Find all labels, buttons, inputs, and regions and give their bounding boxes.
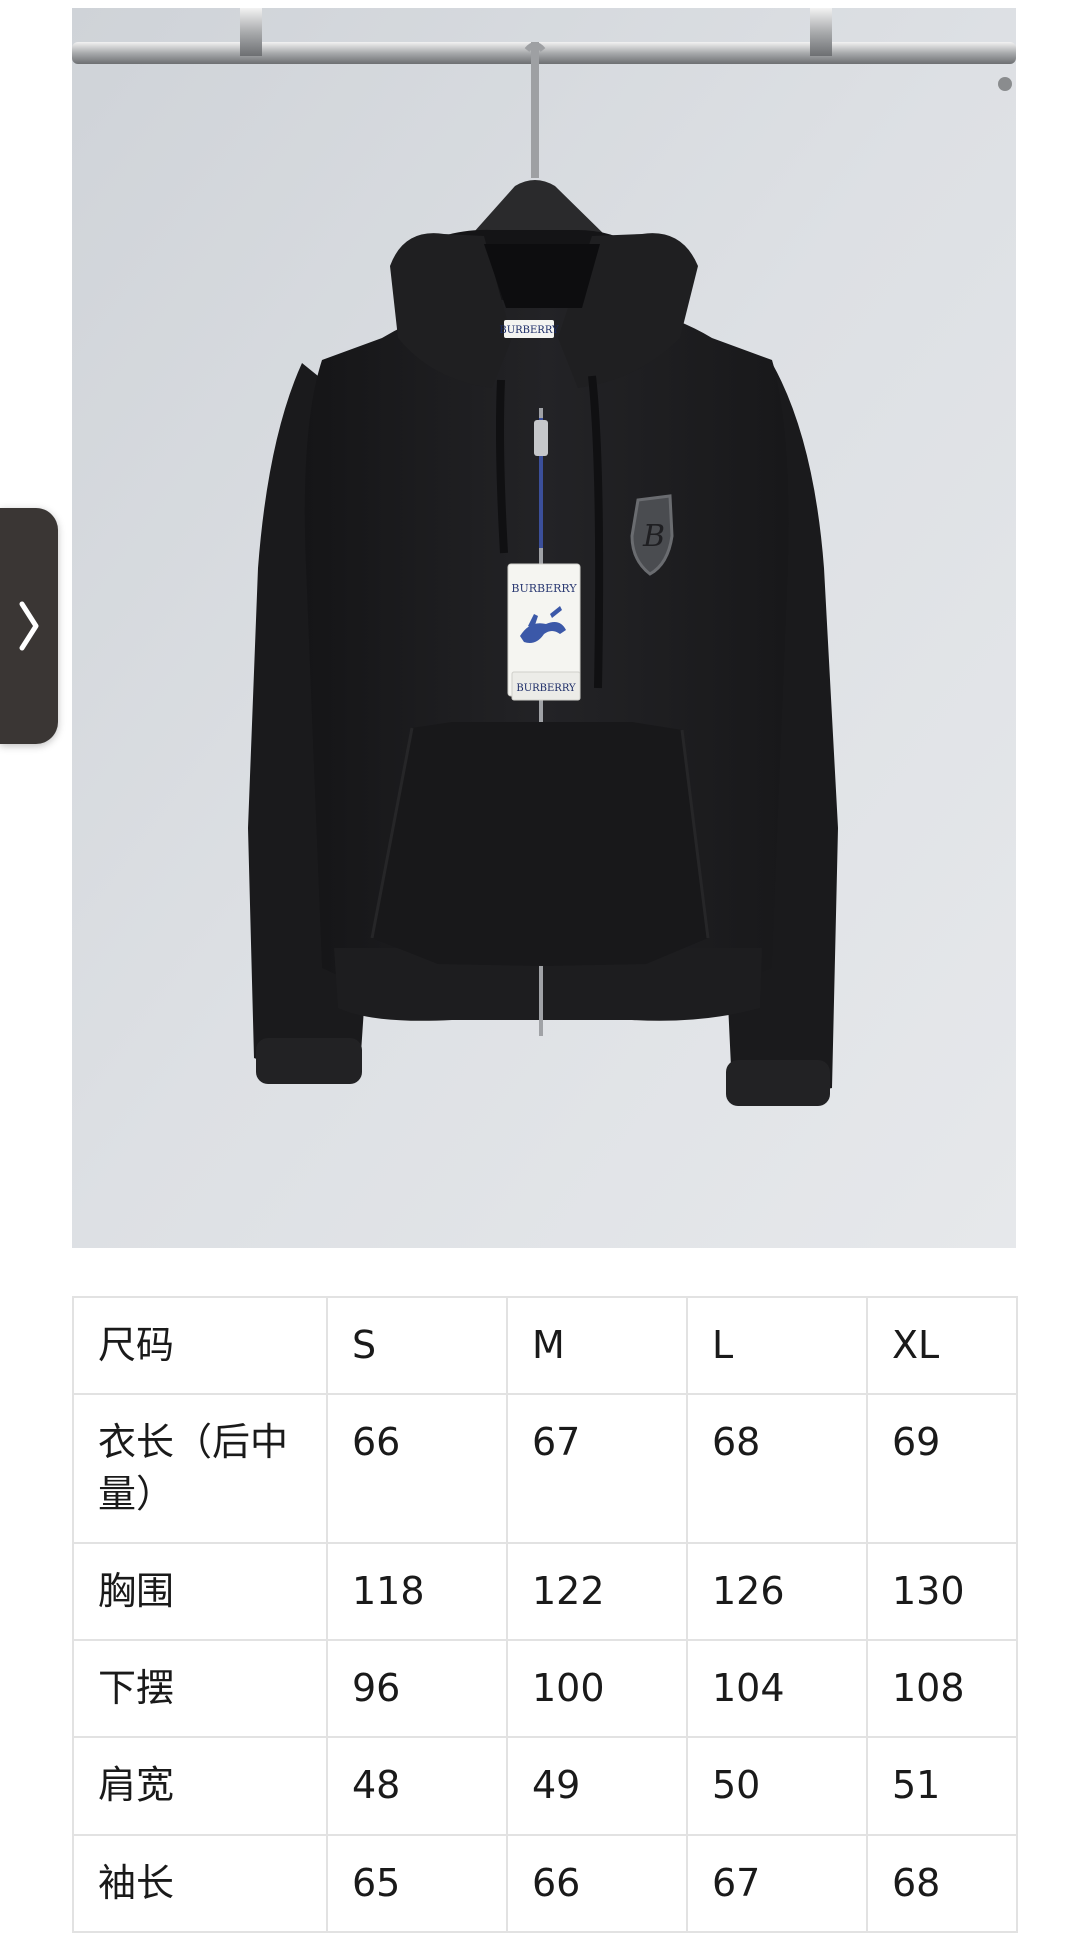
size-value-cell: 68 [686, 1393, 868, 1544]
clothing-rail [72, 42, 1016, 64]
size-value-cell: 122 [506, 1541, 688, 1642]
size-header-row: 尺码 S M L XL [72, 1295, 1018, 1396]
left-drawstring [496, 379, 508, 554]
swing-tag-brand-bottom: BURBERRY [516, 683, 576, 694]
chevron-right-icon [19, 601, 39, 651]
size-value-cell: 69 [866, 1393, 1018, 1544]
zipper-pull [534, 420, 548, 456]
product-photo: BURBERRY B BURBERRY BURBERRY [72, 8, 1016, 1248]
size-row-chest: 胸围 118 122 126 130 [72, 1541, 1018, 1642]
size-row-hem: 下摆 96 100 104 108 [72, 1639, 1018, 1739]
size-value-cell: 67 [686, 1833, 868, 1933]
row-label: 下摆 [72, 1639, 328, 1739]
swing-tag-brand-top: BURBERRY [511, 582, 577, 595]
chest-badge-letter: B [642, 519, 665, 554]
hoodie-illustration: BURBERRY B BURBERRY BURBERRY [72, 8, 1016, 1248]
size-chart-table: 尺码 S M L XL 衣长（后中量） 66 67 68 69 胸围 118 1… [72, 1295, 1018, 1933]
size-value-cell: 65 [326, 1833, 508, 1933]
swing-tag: BURBERRY BURBERRY [507, 563, 581, 701]
size-header-cell: M [506, 1295, 688, 1396]
kangaroo-pocket [372, 722, 708, 966]
size-header-label: 尺码 [72, 1295, 328, 1396]
carousel-nav-handle[interactable] [0, 508, 58, 744]
size-value-cell: 118 [326, 1541, 508, 1642]
size-header-cell: XL [866, 1295, 1018, 1396]
size-value-cell: 68 [866, 1833, 1018, 1933]
row-label: 衣长（后中量） [72, 1393, 328, 1544]
size-value-cell: 126 [686, 1541, 868, 1642]
size-value-cell: 49 [506, 1736, 688, 1836]
size-row-length: 衣长（后中量） 66 67 68 69 [72, 1393, 1018, 1544]
left-cuff [256, 1038, 362, 1084]
row-label: 胸围 [72, 1541, 328, 1642]
size-value-cell: 96 [326, 1639, 508, 1739]
size-value-cell: 67 [506, 1393, 688, 1544]
neck-label-text: BURBERRY [499, 325, 559, 336]
row-label: 袖长 [72, 1833, 328, 1933]
size-value-cell: 48 [326, 1736, 508, 1836]
right-cuff [726, 1060, 830, 1106]
size-header-cell: S [326, 1295, 508, 1396]
size-value-cell: 104 [686, 1639, 868, 1739]
size-value-cell: 51 [866, 1736, 1018, 1836]
size-row-shoulder: 肩宽 48 49 50 51 [72, 1736, 1018, 1836]
size-value-cell: 130 [866, 1541, 1018, 1642]
size-value-cell: 100 [506, 1639, 688, 1739]
row-label: 肩宽 [72, 1736, 328, 1836]
size-value-cell: 66 [326, 1393, 508, 1544]
size-header-cell: L [686, 1295, 868, 1396]
size-value-cell: 50 [686, 1736, 868, 1836]
size-row-sleeve: 袖长 65 66 67 68 [72, 1833, 1018, 1933]
size-value-cell: 108 [866, 1639, 1018, 1739]
size-value-cell: 66 [506, 1833, 688, 1933]
